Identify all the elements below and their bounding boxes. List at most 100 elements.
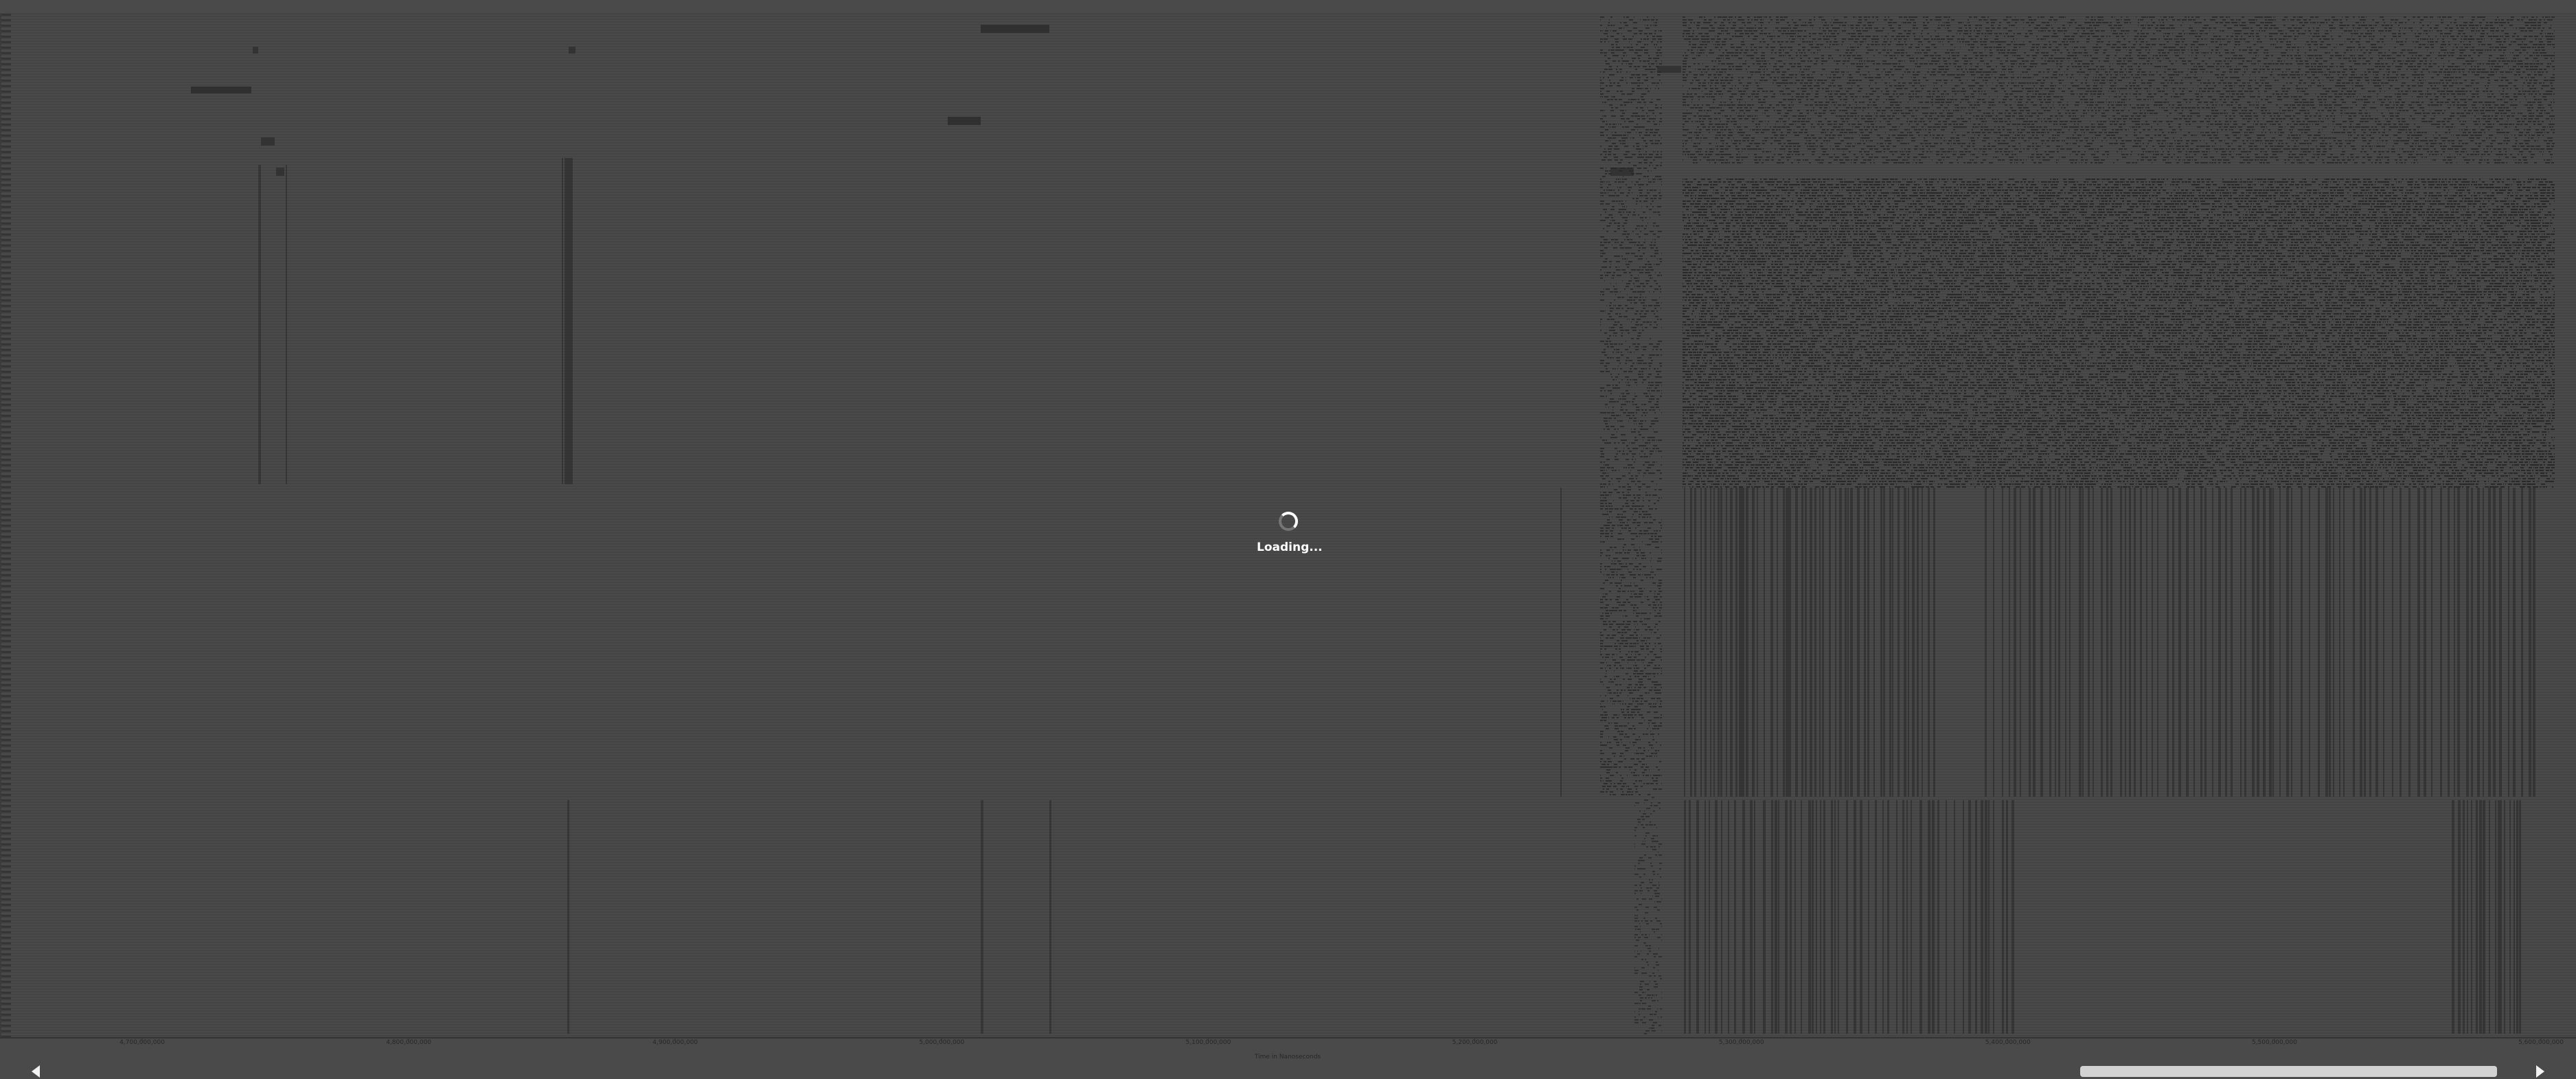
timeline-event (1717, 66, 1718, 67)
timeline-event (1744, 30, 1746, 32)
timeline-event (1, 909, 11, 911)
timeline-event (1904, 71, 1906, 73)
timeline-event (2368, 91, 2371, 92)
timeline-event (1713, 102, 1714, 103)
timeline-event (2120, 74, 2121, 76)
timeline-event (2318, 63, 2323, 65)
timeline-event (2298, 69, 2301, 70)
timeline-event (2224, 60, 2226, 62)
timeline-event (2318, 80, 2320, 81)
timeline-event (2208, 88, 2210, 89)
timeline-event (1, 799, 11, 802)
timeline-event (2341, 85, 2345, 87)
timeline-event (2178, 33, 2182, 34)
timeline-event (2111, 30, 2112, 32)
timeline-event (1, 393, 11, 395)
timeline-event (2250, 27, 2253, 29)
timeline-event (2258, 55, 2259, 56)
timeline-event (2320, 22, 2324, 23)
timeline-event (2310, 33, 2312, 34)
timeline-event (2023, 66, 2027, 67)
timeline-event (1721, 30, 1724, 32)
timeline-event (2047, 99, 2051, 100)
timeline-event (2090, 55, 2092, 56)
timeline-event (2406, 69, 2408, 70)
timeline-event (1963, 71, 1965, 73)
timeline-event (1702, 41, 1704, 43)
timeline-event (2291, 71, 2294, 73)
timeline-event (1918, 80, 1920, 81)
timeline-event (1842, 38, 1846, 40)
timeline-event (2178, 38, 2179, 40)
timeline-event (1739, 99, 1742, 100)
timeline-event (2529, 63, 2533, 65)
timeline-event (2444, 33, 2448, 34)
timeline-event (2014, 52, 2016, 54)
timeline-event (1, 168, 11, 170)
timeline-event (1984, 47, 1986, 48)
timeline-event (1684, 58, 1687, 59)
timeline-event (1780, 93, 1781, 95)
timeline-event (2377, 93, 2378, 95)
timeline-event (2270, 25, 2274, 26)
timeline-event (1688, 27, 1691, 29)
timeline-event (1918, 91, 1920, 92)
timeline-event (2443, 71, 2444, 73)
timeline-event (2421, 77, 2424, 78)
timeline-event (1, 723, 11, 725)
timeline-event (2430, 44, 2434, 45)
timeline-event (2029, 82, 2031, 84)
timeline-event (1794, 63, 1796, 65)
timeline-event (2549, 19, 2553, 21)
timeline-event (2078, 66, 2082, 67)
timeline-event (1729, 69, 1732, 70)
timeline-event (2375, 22, 2376, 23)
timeline-event (2444, 71, 2446, 73)
timeline-event (1866, 93, 1867, 95)
timeline-event (2397, 71, 2398, 73)
timeline-event (2332, 27, 2336, 29)
timeline-event (1818, 58, 1819, 59)
timeline-event (1998, 77, 2003, 78)
timeline-event (2217, 63, 2220, 65)
timeline-event (2234, 58, 2237, 59)
timeline-event (1869, 93, 1873, 95)
timeline-event (2354, 49, 2355, 51)
timeline-event (1739, 82, 1742, 84)
timeline-event (2520, 77, 2523, 78)
timeline-event (2445, 69, 2448, 70)
timeline-event (2513, 58, 2516, 59)
timeline-event (1849, 74, 1851, 76)
timeline-event (2543, 82, 2544, 84)
timeline-event (1774, 77, 1776, 78)
timeline-event (2305, 66, 2310, 67)
timeline-event (1748, 77, 1751, 78)
timeline-event (2058, 88, 2060, 89)
timeline-event (1765, 16, 1767, 18)
timeline-event (2533, 88, 2536, 89)
timeline-event (2275, 38, 2277, 40)
timeline-event (1965, 44, 1966, 45)
timeline-event (2277, 27, 2279, 29)
timeline-event (2164, 66, 2166, 67)
timeline-event (2291, 58, 2293, 59)
timeline-event (1963, 63, 1968, 65)
timeline-event (1, 1025, 11, 1027)
timeline-event (2008, 69, 2012, 70)
timeline-event (2460, 30, 2463, 32)
timeline-event (1979, 77, 1982, 78)
timeline-event (1989, 96, 1990, 98)
timeline-event (1716, 41, 1718, 43)
timeline-event (2333, 19, 2336, 21)
timeline-event (2178, 96, 2179, 98)
timeline-event (2361, 99, 2363, 100)
timeline-event (2522, 85, 2523, 87)
timeline-event (1684, 80, 1687, 81)
timeline-event (2228, 58, 2230, 59)
timeline-event (2371, 30, 2372, 32)
timeline-event (1690, 93, 1692, 95)
timeline-event (2095, 25, 2099, 26)
timeline-event (1933, 82, 1935, 84)
timeline-event (2023, 41, 2024, 43)
timeline-event (1915, 88, 1917, 89)
